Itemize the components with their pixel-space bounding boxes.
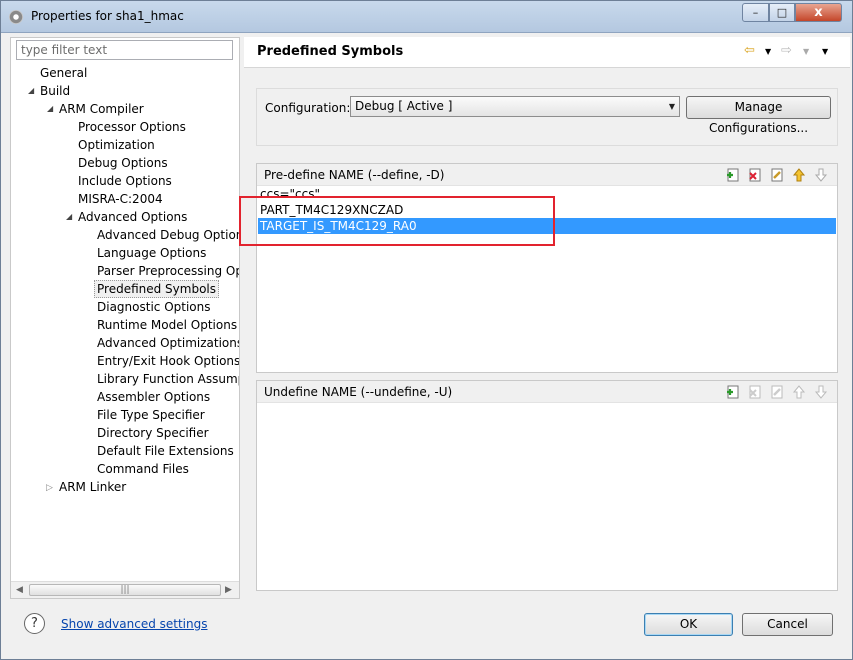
undefine-title: Undefine NAME (--undefine, -U) <box>264 385 453 399</box>
minimize-button[interactable]: – <box>742 3 769 22</box>
tree-item-advanced-option[interactable]: Entry/Exit Hook Options <box>97 352 239 370</box>
ok-button[interactable]: OK <box>644 613 733 636</box>
undefine-toolbar <box>725 384 833 400</box>
tree-item-compiler-option[interactable]: Optimization <box>78 136 155 154</box>
scrollbar-thumb[interactable]: ||| <box>29 584 221 596</box>
tree-item-advanced-options[interactable]: Advanced Options <box>78 208 187 226</box>
tree-item-compiler-option[interactable]: Debug Options <box>78 154 168 172</box>
tree-item-advanced-option[interactable]: Library Function Assumpt <box>97 370 239 388</box>
expand-arrow-icon[interactable]: ◢ <box>28 86 34 95</box>
expand-arrow-icon[interactable]: ◢ <box>66 212 72 221</box>
tree-item-advanced-option[interactable]: Assembler Options <box>97 388 210 406</box>
tree-item-predefined-symbols[interactable]: Predefined Symbols <box>94 280 220 298</box>
tree-item-arm-compiler[interactable]: ARM Compiler <box>59 100 144 118</box>
predefine-title: Pre-define NAME (--define, -D) <box>264 168 445 182</box>
app-icon <box>9 10 23 24</box>
page-title: Predefined Symbols <box>257 44 404 59</box>
tree-item-advanced-option[interactable]: Advanced Optimizations <box>97 334 239 352</box>
move-down-icon <box>814 385 828 399</box>
view-menu-icon[interactable]: ▼ <box>822 47 828 56</box>
tree-item-compiler-option[interactable]: Include Options <box>78 172 172 190</box>
tree-item-advanced-option[interactable]: Language Options <box>97 244 206 262</box>
tree-item-arm-linker[interactable]: ARM Linker <box>59 478 126 496</box>
cancel-button[interactable]: Cancel <box>742 613 833 636</box>
predefine-header: Pre-define NAME (--define, -D) <box>257 164 837 186</box>
dialog-footer: ? Show advanced settings OK Cancel <box>1 601 852 659</box>
move-up-icon <box>792 385 806 399</box>
delete-icon <box>749 385 761 399</box>
maximize-button[interactable]: □ <box>769 3 795 22</box>
tree-item-advanced-option[interactable]: Parser Preprocessing Opti <box>97 262 239 280</box>
horizontal-scrollbar[interactable]: ◀ ||| ▶ <box>11 581 239 598</box>
back-arrow-icon[interactable]: ⇦ <box>744 43 755 58</box>
page-header: Predefined Symbols ⇦ ▼ ⇨ ▼ ▼ <box>244 37 850 68</box>
delete-icon[interactable] <box>747 167 763 183</box>
expand-arrow-icon[interactable]: ◢ <box>47 104 53 113</box>
properties-dialog: Properties for sha1_hmac – □ x General ◢… <box>0 0 853 660</box>
tree-item-advanced-option[interactable]: File Type Specifier <box>97 406 205 424</box>
close-button[interactable]: x <box>795 3 842 22</box>
move-up-icon[interactable] <box>791 167 807 183</box>
tree-item-general[interactable]: General <box>40 64 87 82</box>
settings-tree: General ◢ Build ◢ ARM Compiler Processor… <box>11 64 239 580</box>
back-dropdown-icon[interactable]: ▼ <box>765 47 771 56</box>
undefine-header: Undefine NAME (--undefine, -U) <box>257 381 837 403</box>
configuration-group: Configuration: Debug [ Active ] ▼ Manage… <box>256 88 838 146</box>
manage-configurations-button[interactable]: Manage Configurations... <box>686 96 831 135</box>
configuration-label: Configuration: <box>265 101 351 115</box>
tree-item-compiler-option[interactable]: MISRA-C:2004 <box>78 190 163 208</box>
forward-dropdown-icon[interactable]: ▼ <box>803 47 809 56</box>
forward-arrow-icon[interactable]: ⇨ <box>781 43 792 58</box>
chevron-down-icon: ▼ <box>668 102 675 111</box>
undefine-group: Undefine NAME (--undefine, -U) <box>256 380 838 591</box>
predefine-toolbar <box>725 167 833 183</box>
tree-item-build[interactable]: Build <box>40 82 70 100</box>
scroll-right-icon[interactable]: ▶ <box>225 585 232 595</box>
properties-page: Predefined Symbols ⇦ ▼ ⇨ ▼ ▼ Configurati… <box>244 37 850 599</box>
show-advanced-settings-link[interactable]: Show advanced settings <box>61 617 208 631</box>
help-icon[interactable]: ? <box>24 613 45 634</box>
title-bar[interactable]: Properties for sha1_hmac – □ x <box>1 1 852 33</box>
annotation-highlight-box <box>239 196 555 246</box>
collapsed-arrow-icon[interactable]: ▷ <box>46 483 53 493</box>
add-icon[interactable] <box>725 167 741 183</box>
scroll-left-icon[interactable]: ◀ <box>16 585 23 595</box>
predefine-group: Pre-define NAME (--define, -D) ccs="ccs"… <box>256 163 838 373</box>
configuration-value: Debug [ Active ] <box>355 99 453 113</box>
tree-item-advanced-option[interactable]: Command Files <box>97 460 189 478</box>
move-down-icon[interactable] <box>813 167 829 183</box>
filter-input[interactable] <box>16 40 233 60</box>
tree-item-advanced-option[interactable]: Diagnostic Options <box>97 298 211 316</box>
edit-icon <box>771 385 783 399</box>
tree-item-advanced-option[interactable]: Runtime Model Options <box>97 316 237 334</box>
tree-item-advanced-option[interactable]: Advanced Debug Options <box>97 226 239 244</box>
edit-icon[interactable] <box>769 167 785 183</box>
window-title: Properties for sha1_hmac <box>31 9 184 23</box>
tree-item-compiler-option[interactable]: Processor Options <box>78 118 186 136</box>
tree-item-advanced-option[interactable]: Directory Specifier <box>97 424 209 442</box>
configuration-select[interactable]: Debug [ Active ] ▼ <box>350 96 680 117</box>
tree-item-advanced-option[interactable]: Default File Extensions <box>97 442 234 460</box>
add-icon[interactable] <box>725 384 741 400</box>
navigation-panel: General ◢ Build ◢ ARM Compiler Processor… <box>10 37 240 599</box>
